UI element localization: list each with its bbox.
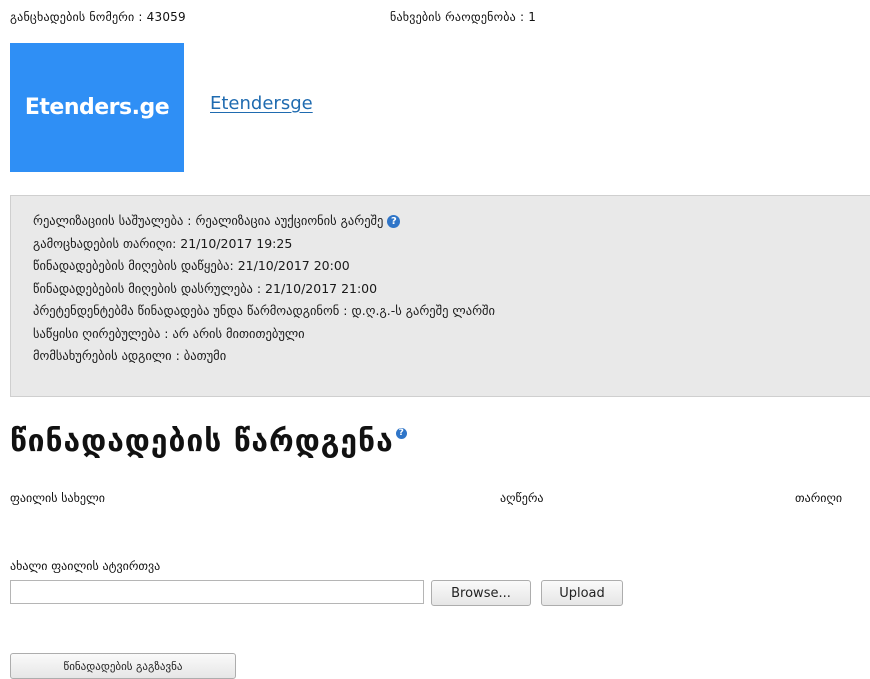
help-icon[interactable]: ? xyxy=(387,215,401,228)
info-line-realization: რეალიზაციის საშუალება : რეალიზაცია აუქცი… xyxy=(33,210,870,233)
column-header-date: თარიღი xyxy=(795,491,843,505)
info-line-starting-price: საწყისი ღირებულება : არ არის მითითებული xyxy=(33,325,305,341)
etenders-logo[interactable]: Etenders.ge xyxy=(10,43,184,172)
tender-info-panel: რეალიზაციის საშუალება : რეალიზაცია აუქცი… xyxy=(10,195,870,397)
info-line-proposal-start: წინადადებების მიღების დაწყება: 21/10/201… xyxy=(33,258,350,273)
column-header-description: აღწერა xyxy=(500,491,544,505)
view-count: ნახვების რაოდენობა : 1 xyxy=(390,10,537,24)
info-line-proposal-end: წინადადებების მიღების დასრულება : 21/10/… xyxy=(33,280,378,296)
file-path-input[interactable] xyxy=(10,580,424,604)
application-number: განცხადების ნომერი : 43059 xyxy=(10,10,186,24)
submit-proposal-button[interactable]: წინადადების გაგზავნა xyxy=(10,653,236,679)
column-header-file-name: ფაილის სახელი xyxy=(10,491,105,505)
browse-button[interactable]: Browse... xyxy=(431,580,531,606)
proposal-section-heading: წინადადების წარდგენა? xyxy=(10,424,407,459)
info-line-service-location: მომსახურების ადგილი : ბათუმი xyxy=(33,348,227,363)
proposal-heading-text: წინადადების წარდგენა xyxy=(10,424,394,459)
help-icon[interactable]: ? xyxy=(395,428,407,439)
etenders-site-link[interactable]: Etendersge xyxy=(210,93,313,114)
info-line-currency-terms: პრეტენდენტებმა წინადადება უნდა წარმოადგი… xyxy=(33,303,495,318)
upload-new-file-label: ახალი ფაილის ატვირთვა xyxy=(10,559,161,573)
info-line-announcement-date: გამოცხადების თარიღი: 21/10/2017 19:25 xyxy=(33,235,293,251)
realization-method: რეალიზაციის საშუალება : რეალიზაცია აუქცი… xyxy=(33,213,384,228)
upload-button[interactable]: Upload xyxy=(541,580,623,606)
